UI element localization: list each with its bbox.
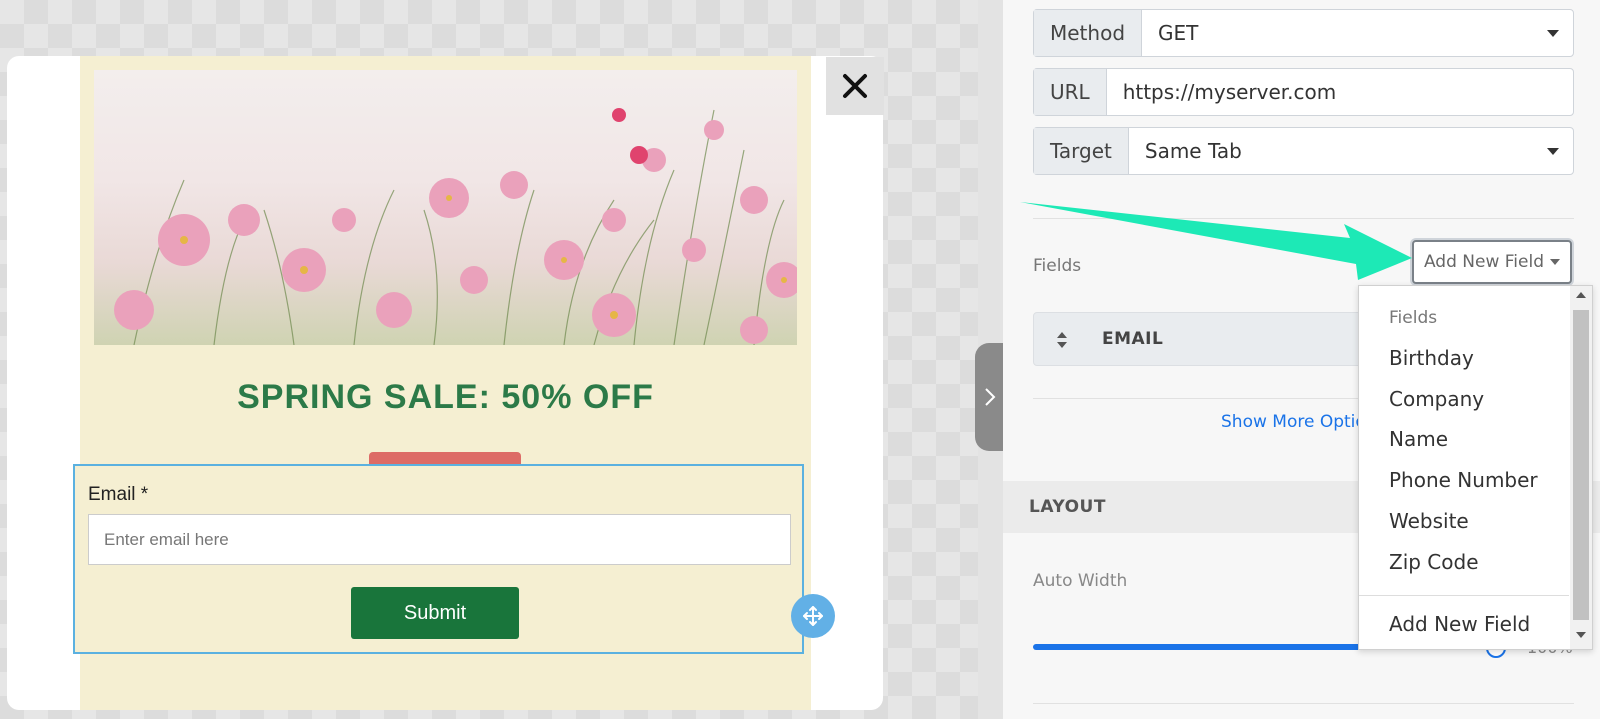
hero-image: [94, 70, 797, 345]
dropdown-item-name[interactable]: Name: [1389, 427, 1448, 451]
dropdown-item-website[interactable]: Website: [1389, 509, 1469, 533]
scrollbar-thumb[interactable]: [1573, 310, 1589, 620]
dropdown-divider: [1359, 595, 1569, 596]
divider: [1033, 703, 1574, 704]
email-form-block[interactable]: Email * Submit: [73, 464, 804, 654]
annotation-arrow: [1020, 202, 1412, 280]
target-select[interactable]: Target Same Tab: [1033, 127, 1574, 175]
dropdown-header: Fields: [1389, 308, 1438, 328]
chevron-down-icon: [1547, 30, 1559, 37]
email-label: Email *: [88, 484, 149, 505]
caret-down-icon: [1550, 259, 1561, 265]
add-new-field-button[interactable]: Add New Field: [1412, 240, 1572, 284]
method-value[interactable]: GET: [1142, 10, 1573, 56]
layout-title: LAYOUT: [1029, 497, 1106, 517]
method-value-text: GET: [1158, 21, 1199, 45]
move-icon[interactable]: [791, 594, 835, 638]
headline: SPRING SALE: 50% OFF: [237, 378, 654, 416]
target-label: Target: [1034, 128, 1129, 174]
sort-icon[interactable]: [1056, 331, 1068, 349]
scroll-up-icon[interactable]: [1576, 292, 1586, 298]
add-new-field-label: Add New Field: [1423, 252, 1545, 272]
dropdown-scrollbar[interactable]: [1570, 286, 1592, 649]
url-field[interactable]: URL https://myserver.com: [1033, 68, 1574, 116]
url-input[interactable]: https://myserver.com: [1107, 69, 1573, 115]
submit-button[interactable]: Submit: [351, 587, 519, 639]
dropdown-item-zip-code[interactable]: Zip Code: [1389, 550, 1479, 574]
dropdown-item-phone-number[interactable]: Phone Number: [1389, 468, 1538, 492]
dropdown-item-birthday[interactable]: Birthday: [1389, 346, 1474, 370]
auto-width-label: Auto Width: [1033, 571, 1128, 591]
method-label: Method: [1034, 10, 1143, 56]
email-input[interactable]: [88, 514, 791, 565]
method-select[interactable]: Method GET: [1033, 9, 1574, 57]
target-value-text: Same Tab: [1144, 139, 1242, 163]
dropdown-item-add-new-field[interactable]: Add New Field: [1389, 612, 1530, 636]
dropdown-item-company[interactable]: Company: [1389, 387, 1484, 411]
url-label: URL: [1034, 69, 1107, 115]
target-value[interactable]: Same Tab: [1129, 128, 1573, 174]
field-row-label: EMAIL: [1102, 329, 1164, 349]
scroll-down-icon[interactable]: [1576, 632, 1586, 638]
close-icon[interactable]: [826, 57, 884, 115]
chevron-down-icon: [1547, 148, 1559, 155]
chevron-right-icon[interactable]: [975, 343, 1005, 451]
show-more-options-link[interactable]: Show More Optio: [1221, 412, 1366, 432]
add-field-dropdown: Fields Birthday Company Name Phone Numbe…: [1358, 285, 1593, 650]
